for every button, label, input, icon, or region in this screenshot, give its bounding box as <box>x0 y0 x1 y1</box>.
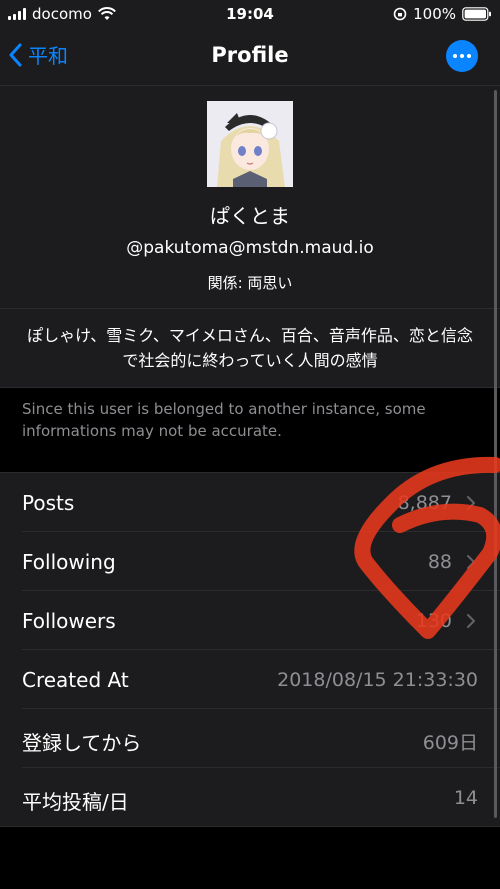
row-label: Following <box>22 550 116 574</box>
row-label: Posts <box>22 491 75 515</box>
user-handle: @pakutoma@mstdn.maud.io <box>126 238 374 258</box>
avatar[interactable] <box>207 101 293 187</box>
more-button[interactable] <box>446 40 478 72</box>
row-label: 登録してから <box>22 731 142 755</box>
row-label: 平均投稿/日 <box>22 790 129 814</box>
followers-row[interactable]: Followers 130 <box>0 591 500 650</box>
more-dot <box>467 54 471 58</box>
battery-percent: 100% <box>413 5 456 23</box>
posts-row[interactable]: Posts 8,887 <box>0 473 500 532</box>
row-value: 8,887 <box>397 492 452 514</box>
row-value: 14 <box>453 787 478 809</box>
bio-text: ぽしゃけ、雪ミク、マイメロさん、百合、音声作品、恋と信念で社会的に終わっていく人… <box>27 326 473 370</box>
status-bar: docomo 19:04 100% <box>0 0 500 28</box>
days-since-registration-row: 登録してから 609日 <box>0 709 500 768</box>
battery-icon <box>462 7 491 21</box>
scrollbar[interactable] <box>494 90 497 818</box>
row-value: 130 <box>415 610 452 632</box>
row-value: 88 <box>427 551 452 573</box>
chevron-right-icon <box>467 614 475 628</box>
rotation-lock-icon <box>393 7 407 21</box>
page-title: Profile <box>211 43 289 67</box>
following-row[interactable]: Following 88 <box>0 532 500 591</box>
more-dot <box>453 54 457 58</box>
remote-instance-notice: Since this user is belonged to another i… <box>22 400 426 440</box>
row-label: Created At <box>22 668 129 692</box>
row-label: Followers <box>22 609 116 633</box>
profile-header: ぱくとま @pakutoma@mstdn.maud.io 関係: 両思い <box>0 86 500 308</box>
stats-list: Posts 8,887 Following 88 Followers 130 C… <box>0 472 500 827</box>
navigation-bar: 平和 Profile <box>0 28 500 86</box>
display-name: ぱくとま <box>210 204 290 228</box>
divider <box>0 826 500 827</box>
chevron-right-icon <box>467 496 475 510</box>
average-posts-per-day-row: 平均投稿/日 14 <box>0 768 500 827</box>
bio-section: ぽしゃけ、雪ミク、マイメロさん、百合、音声作品、恋と信念で社会的に終わっていく人… <box>0 308 500 388</box>
relationship-label: 関係: 両思い <box>207 274 293 292</box>
created-at-row: Created At 2018/08/15 21:33:30 <box>0 650 500 709</box>
row-value: 2018/08/15 21:33:30 <box>277 669 478 691</box>
chevron-right-icon <box>467 555 475 569</box>
row-value: 609日 <box>422 732 478 754</box>
more-dot <box>460 54 464 58</box>
